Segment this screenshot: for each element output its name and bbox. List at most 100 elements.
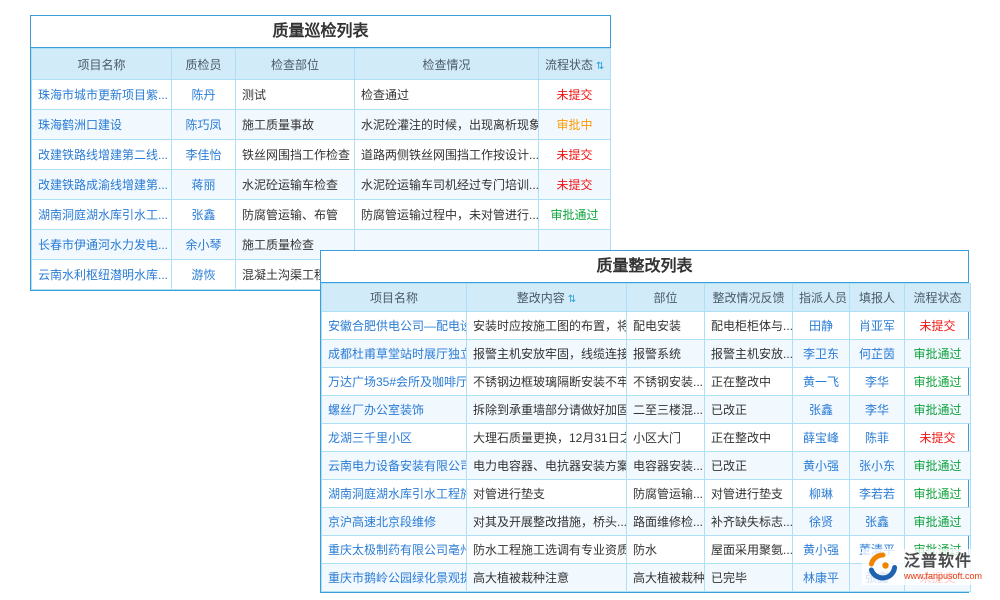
col-header-label: 质检员 — [185, 58, 221, 72]
cell-assignee[interactable]: 黄一飞 — [793, 368, 850, 396]
cell-inspector[interactable]: 蒋丽 — [172, 170, 236, 200]
cell-inspector[interactable]: 陈巧凤 — [172, 110, 236, 140]
cell-inspector[interactable]: 游恢 — [172, 260, 236, 290]
logo-url: www.fanpusoft.com — [904, 571, 982, 582]
col-header-reporter: 填报人 — [850, 284, 905, 312]
cell-reporter[interactable]: 张小东 — [850, 452, 905, 480]
cell-feedback: 正在整改中 — [705, 424, 793, 452]
patrol-table-title: 质量巡检列表 — [31, 16, 610, 48]
cell-assignee[interactable]: 林康平 — [793, 564, 850, 592]
cell-feedback: 已改正 — [705, 452, 793, 480]
cell-part: 铁丝网围挡工作检查 — [236, 140, 355, 170]
cell-project[interactable]: 湖南洞庭湖水库引水工... — [32, 200, 172, 230]
cell-feedback: 补齐缺失标志... — [705, 508, 793, 536]
cell-inspector[interactable]: 陈丹 — [172, 80, 236, 110]
col-header-label: 项目名称 — [77, 58, 125, 72]
cell-situation: 检查通过 — [355, 80, 539, 110]
cell-content: 防水工程施工选调有专业资质... — [467, 536, 627, 564]
cell-part: 防水 — [627, 536, 705, 564]
cell-reporter[interactable]: 何芷茵 — [850, 340, 905, 368]
cell-feedback: 配电柜柜体与... — [705, 312, 793, 340]
cell-assignee[interactable]: 田静 — [793, 312, 850, 340]
table-row: 万达广场35#会所及咖啡厅空...不锈钢边框玻璃隔断安装不牢...不锈钢安装..… — [322, 368, 971, 396]
cell-part: 二至三楼混... — [627, 396, 705, 424]
cell-project[interactable]: 湖南洞庭湖水库引水工程施工1... — [322, 480, 467, 508]
cell-reporter[interactable]: 李华 — [850, 396, 905, 424]
cell-status: 审批通过 — [905, 480, 971, 508]
cell-reporter[interactable]: 肖亚军 — [850, 312, 905, 340]
cell-project[interactable]: 长春市伊通河水力发电... — [32, 230, 172, 260]
header-row: 项目名称 整改内容⇅ 部位 整改情况反馈指派人员填报人流程状态 — [322, 284, 971, 312]
col-header-label: 部位 — [653, 291, 677, 305]
cell-reporter[interactable]: 李若若 — [850, 480, 905, 508]
cell-status: 审批通过 — [905, 452, 971, 480]
col-header-project: 项目名称 — [322, 284, 467, 312]
cell-assignee[interactable]: 黄小强 — [793, 536, 850, 564]
cell-part: 施工质量事故 — [236, 110, 355, 140]
cell-situation: 道路两侧铁丝网围挡工作按设计... — [355, 140, 539, 170]
table-row: 螺丝厂办公室装饰拆除到承重墙部分请做好加固...二至三楼混...已改正张鑫李华审… — [322, 396, 971, 424]
cell-project[interactable]: 万达广场35#会所及咖啡厅空... — [322, 368, 467, 396]
cell-project[interactable]: 改建铁路成渝线增建第... — [32, 170, 172, 200]
col-header-project: 项目名称 — [32, 49, 172, 80]
cell-part: 电容器安装... — [627, 452, 705, 480]
cell-project[interactable]: 成都杜甫草堂站时展厅独立展... — [322, 340, 467, 368]
cell-reporter[interactable]: 陈菲 — [850, 424, 905, 452]
cell-project[interactable]: 珠海市城市更新项目紫... — [32, 80, 172, 110]
header-row: 项目名称质检员检查部位检查情况流程状态⇅ — [32, 49, 611, 80]
table-row: 龙湖三千里小区大理石质量更换，12月31日之...小区大门正在整改中薛宝峰陈菲未… — [322, 424, 971, 452]
cell-project[interactable]: 重庆市鹅岭公园绿化景观提升... — [322, 564, 467, 592]
sort-icon[interactable]: ⇅ — [568, 294, 576, 305]
cell-project[interactable]: 螺丝厂办公室装饰 — [322, 396, 467, 424]
col-header-status[interactable]: 流程状态⇅ — [539, 49, 611, 80]
cell-assignee[interactable]: 柳琳 — [793, 480, 850, 508]
col-header-status: 流程状态 — [905, 284, 971, 312]
cell-assignee[interactable]: 黄小强 — [793, 452, 850, 480]
table-row: 珠海鹤洲口建设陈巧凤施工质量事故水泥砼灌注的时候，出现离析现象审批中 — [32, 110, 611, 140]
table-row: 珠海市城市更新项目紫...陈丹测试检查通过未提交 — [32, 80, 611, 110]
cell-project[interactable]: 改建铁路线增建第二线... — [32, 140, 172, 170]
cell-project[interactable]: 云南电力设备安装有限公司20... — [322, 452, 467, 480]
table-row: 湖南洞庭湖水库引水工程施工1...对管进行垫支防腐管运输...对管进行垫支柳琳李… — [322, 480, 971, 508]
col-header-label: 项目名称 — [370, 291, 418, 305]
cell-inspector[interactable]: 李佳怡 — [172, 140, 236, 170]
cell-project[interactable]: 京沪高速北京段维修 — [322, 508, 467, 536]
cell-status: 未提交 — [905, 312, 971, 340]
col-header-label: 指派人员 — [799, 291, 847, 305]
col-header-feedback: 整改情况反馈 — [705, 284, 793, 312]
col-header-label: 填报人 — [859, 291, 895, 305]
cell-project[interactable]: 龙湖三千里小区 — [322, 424, 467, 452]
cell-content: 对管进行垫支 — [467, 480, 627, 508]
cell-part: 配电安装 — [627, 312, 705, 340]
cell-status: 未提交 — [539, 170, 611, 200]
cell-assignee[interactable]: 薛宝峰 — [793, 424, 850, 452]
cell-project[interactable]: 云南水利枢纽潜明水库... — [32, 260, 172, 290]
cell-assignee[interactable]: 李卫东 — [793, 340, 850, 368]
col-header-assignee: 指派人员 — [793, 284, 850, 312]
cell-content: 电力电容器、电抗器安装方案,... — [467, 452, 627, 480]
cell-status: 未提交 — [905, 424, 971, 452]
cell-project[interactable]: 安徽合肥供电公司—配电设备... — [322, 312, 467, 340]
cell-part: 路面维修检... — [627, 508, 705, 536]
cell-inspector[interactable]: 余小琴 — [172, 230, 236, 260]
cell-status: 审批通过 — [905, 508, 971, 536]
rectify-table-title: 质量整改列表 — [321, 251, 968, 283]
cell-status: 审批通过 — [905, 368, 971, 396]
col-header-label: 流程状态 — [545, 58, 593, 72]
cell-project[interactable]: 重庆太极制药有限公司亳州中... — [322, 536, 467, 564]
cell-reporter[interactable]: 李华 — [850, 368, 905, 396]
table-row: 京沪高速北京段维修对其及开展整改措施，桥头...路面维修检...补齐缺失标志..… — [322, 508, 971, 536]
cell-feedback: 对管进行垫支 — [705, 480, 793, 508]
cell-situation: 防腐管运输过程中，未对管进行... — [355, 200, 539, 230]
cell-inspector[interactable]: 张鑫 — [172, 200, 236, 230]
cell-assignee[interactable]: 徐贤 — [793, 508, 850, 536]
cell-project[interactable]: 珠海鹤洲口建设 — [32, 110, 172, 140]
cell-part: 报警系统 — [627, 340, 705, 368]
col-header-content[interactable]: 整改内容⇅ — [467, 284, 627, 312]
table-row: 成都杜甫草堂站时展厅独立展...报警主机安放牢固，线缆连接...报警系统报警主机… — [322, 340, 971, 368]
cell-assignee[interactable]: 张鑫 — [793, 396, 850, 424]
sort-icon[interactable]: ⇅ — [596, 61, 604, 72]
fanpu-logo-icon — [868, 552, 898, 582]
cell-reporter[interactable]: 张鑫 — [850, 508, 905, 536]
cell-part: 小区大门 — [627, 424, 705, 452]
